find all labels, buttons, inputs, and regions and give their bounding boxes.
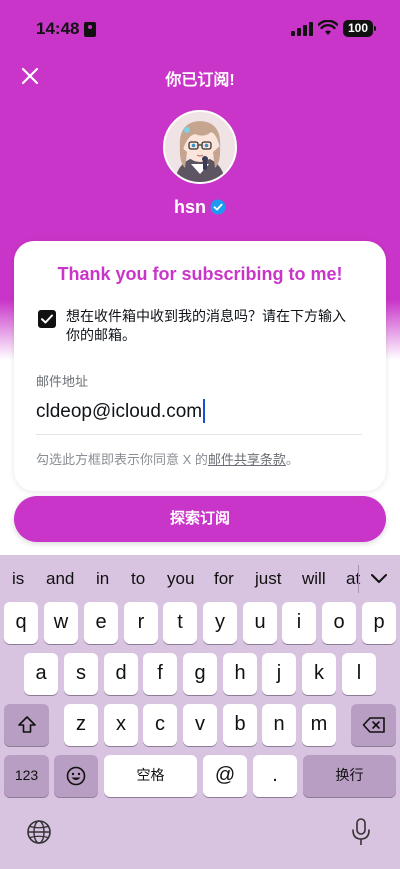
- microphone-icon[interactable]: [350, 817, 372, 847]
- key-e[interactable]: e: [84, 602, 118, 644]
- key-l[interactable]: l: [342, 653, 376, 695]
- suggestion-item[interactable]: will: [302, 569, 326, 589]
- suggestion-bar: is and in to you for just will at: [0, 563, 400, 595]
- key-u[interactable]: u: [243, 602, 277, 644]
- shift-key[interactable]: [4, 704, 49, 746]
- keyboard: is and in to you for just will at q w e …: [0, 555, 400, 869]
- verified-badge-icon: [210, 199, 226, 215]
- key-g[interactable]: g: [183, 653, 217, 695]
- key-t[interactable]: t: [163, 602, 197, 644]
- key-d[interactable]: d: [104, 653, 138, 695]
- terms-text: 勾选此方框即表示你同意 X 的邮件共享条款。: [36, 449, 299, 468]
- suggestion-item[interactable]: for: [214, 569, 234, 589]
- email-field[interactable]: [36, 396, 362, 428]
- globe-icon[interactable]: [26, 819, 52, 845]
- key-v[interactable]: v: [183, 704, 217, 746]
- backspace-icon: [362, 717, 385, 733]
- suggestion-item[interactable]: you: [167, 569, 194, 589]
- key-c[interactable]: c: [143, 704, 177, 746]
- key-i[interactable]: i: [282, 602, 316, 644]
- opt-in-line-2: 你的邮箱。: [66, 327, 136, 343]
- battery-icon: 100: [343, 20, 376, 37]
- terms-prefix: 勾选此方框即表示你同意 X 的: [36, 452, 208, 467]
- key-f[interactable]: f: [143, 653, 177, 695]
- explore-subscriptions-button[interactable]: 探索订阅: [14, 496, 386, 542]
- email-field-label: 邮件地址: [36, 374, 89, 389]
- text-cursor: [203, 399, 205, 423]
- at-key[interactable]: @: [203, 755, 247, 797]
- key-o[interactable]: o: [322, 602, 356, 644]
- key-b[interactable]: b: [223, 704, 257, 746]
- terms-suffix: 。: [285, 452, 299, 467]
- email-opt-in-checkbox[interactable]: [38, 310, 56, 328]
- key-y[interactable]: y: [203, 602, 237, 644]
- key-x[interactable]: x: [104, 704, 138, 746]
- suggestion-item[interactable]: is: [12, 569, 24, 589]
- anime-avatar-image: [165, 112, 235, 182]
- key-r[interactable]: r: [124, 602, 158, 644]
- key-j[interactable]: j: [262, 653, 296, 695]
- key-w[interactable]: w: [44, 602, 78, 644]
- profile-name-row: hsn: [0, 197, 400, 218]
- key-k[interactable]: k: [302, 653, 336, 695]
- card-title: Thank you for subscribing to me!: [57, 264, 343, 284]
- suggestion-item[interactable]: just: [255, 569, 281, 589]
- email-field-underline: [36, 434, 362, 435]
- key-h[interactable]: h: [223, 653, 257, 695]
- avatar[interactable]: [163, 110, 237, 184]
- key-q[interactable]: q: [4, 602, 38, 644]
- key-n[interactable]: n: [262, 704, 296, 746]
- key-s[interactable]: s: [64, 653, 98, 695]
- suggestion-item[interactable]: in: [96, 569, 109, 589]
- id-card-icon: [84, 22, 96, 37]
- suggestion-item[interactable]: and: [46, 569, 74, 589]
- backspace-key[interactable]: [351, 704, 396, 746]
- email-sharing-terms-link[interactable]: 邮件共享条款: [208, 452, 286, 467]
- key-a[interactable]: a: [24, 653, 58, 695]
- return-key[interactable]: 换行: [303, 755, 396, 797]
- chevron-down-icon[interactable]: [370, 571, 388, 585]
- key-z[interactable]: z: [64, 704, 98, 746]
- opt-in-text: 想在收件箱中收到我的消息吗？请在下方输入 你的邮箱。: [66, 307, 366, 345]
- status-bar: 14:48 100: [0, 0, 400, 58]
- subscription-card: Thank you for subscribing to me! 想在收件箱中收…: [14, 241, 386, 491]
- key-p[interactable]: p: [362, 602, 396, 644]
- period-key[interactable]: .: [253, 755, 297, 797]
- numbers-key[interactable]: 123: [4, 755, 49, 797]
- cellular-signal-icon: [291, 22, 313, 36]
- emoji-icon: [66, 766, 86, 786]
- key-m[interactable]: m: [302, 704, 336, 746]
- suggestion-divider: [358, 565, 359, 593]
- shift-arrow-icon: [17, 716, 36, 733]
- page-title: 你已订阅!: [165, 72, 235, 89]
- suggestion-item[interactable]: to: [131, 569, 145, 589]
- emoji-key[interactable]: [54, 755, 98, 797]
- opt-in-line-1: 想在收件箱中收到我的消息吗？请在下方输入: [66, 308, 346, 324]
- profile-name: hsn: [173, 197, 206, 217]
- space-key[interactable]: 空格: [104, 755, 197, 797]
- status-time: 14:48: [36, 19, 80, 38]
- wifi-icon: [318, 20, 338, 35]
